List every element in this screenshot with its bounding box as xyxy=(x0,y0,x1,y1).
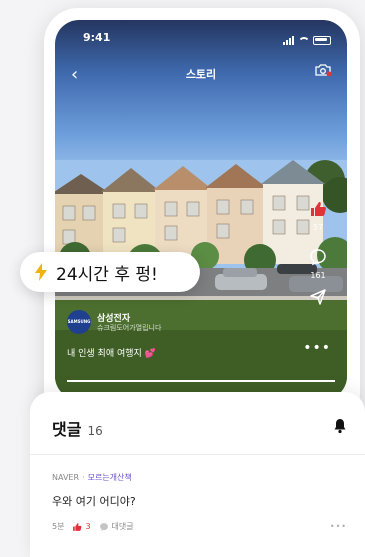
more-icon[interactable]: ••• xyxy=(303,340,331,356)
expiry-text: 24시간 후 펑! xyxy=(56,264,158,285)
action-rail: 57 161 xyxy=(305,200,331,318)
signal-icon xyxy=(283,32,295,45)
reply-label: 대댓글 xyxy=(111,522,134,531)
comments-count: 16 xyxy=(87,424,103,438)
avatar[interactable]: SAMSUNG xyxy=(67,310,91,334)
status-time: 9:41 xyxy=(83,31,111,44)
story-progress-bar xyxy=(67,380,335,382)
comment-meta: NAVER · 모르는개산책 xyxy=(52,472,347,483)
comment-footer: 5분 3 대댓글 ••• xyxy=(52,521,347,532)
story-caption: 내 인생 최애 여행지 💕 xyxy=(67,349,156,359)
reply-button[interactable]: 대댓글 xyxy=(99,521,134,532)
comment-more-icon[interactable]: ••• xyxy=(330,522,347,531)
comment-icon xyxy=(310,249,326,266)
battery-icon xyxy=(313,36,331,45)
meta-separator: · xyxy=(82,473,85,482)
camera-icon[interactable] xyxy=(315,64,331,76)
story-header: ‹ 스토리 xyxy=(55,62,347,86)
comment-button[interactable]: 161 xyxy=(305,248,331,280)
share-button[interactable] xyxy=(305,288,331,310)
share-icon xyxy=(310,289,326,305)
comment-text: 우와 여기 어디야? xyxy=(52,495,136,508)
lightning-icon xyxy=(35,263,47,281)
thumbs-up-icon xyxy=(311,202,326,216)
story-progress-fill xyxy=(67,380,335,382)
comment-time: 5분 xyxy=(52,522,65,531)
comment-count: 161 xyxy=(310,271,326,280)
status-icons xyxy=(283,32,331,45)
comment-username[interactable]: 모르는개산책 xyxy=(88,473,132,482)
comment-like-count: 3 xyxy=(85,522,91,531)
status-bar: 9:41 xyxy=(55,30,347,46)
thumbs-up-icon xyxy=(73,522,82,531)
bell-icon[interactable] xyxy=(333,418,347,434)
page-title: 스토리 xyxy=(185,68,217,81)
comment-like-button[interactable]: 3 xyxy=(72,522,91,532)
comments-title: 댓글 xyxy=(52,420,82,439)
comment-item: NAVER · 모르는개산책 우와 여기 어디야? 5분 3 대댓글 ••• xyxy=(52,472,347,532)
channel-subtitle: 슈크림도어가열립니다 xyxy=(97,324,162,332)
comment-icon xyxy=(99,522,108,531)
divider xyxy=(30,454,365,455)
story-screen: 9:41 ‹ 스토리 57 161 SAMSUNG 삼성전자 슈크림도어가열립니… xyxy=(55,20,347,400)
comments-header: 댓글 16 xyxy=(52,416,103,440)
wifi-icon xyxy=(298,37,310,45)
expiry-bubble: 24시간 후 펑! xyxy=(20,252,200,292)
comments-panel: 댓글 16 NAVER·모르는개산책 우와 여기 어디야? 5분 3 대댓글 xyxy=(30,392,365,557)
like-button[interactable]: 57 xyxy=(305,200,331,232)
like-count: 57 xyxy=(312,223,324,232)
comment-source: NAVER xyxy=(52,473,80,482)
